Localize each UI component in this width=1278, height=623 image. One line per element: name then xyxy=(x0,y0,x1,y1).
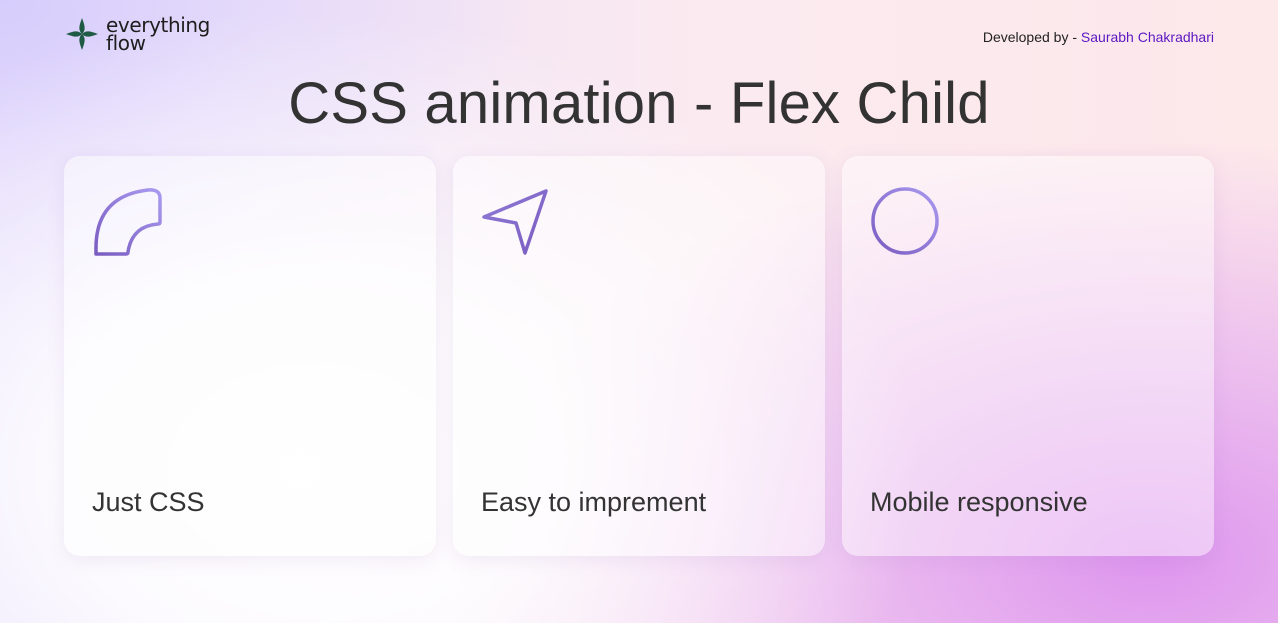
card-just-css[interactable]: Just CSS xyxy=(64,156,436,556)
logo-text: everything flow xyxy=(106,15,210,53)
card-label: Mobile responsive xyxy=(870,487,1088,517)
quarter-circle-icon xyxy=(94,188,162,256)
credit-prefix: Developed by - xyxy=(982,29,1081,45)
developer-link[interactable]: Saurabh Chakradhari xyxy=(1081,29,1214,45)
navigation-arrow-icon xyxy=(482,189,548,255)
card-row: Just CSS Easy to imprement Mobile respon… xyxy=(64,156,1214,556)
circle-icon xyxy=(871,187,939,255)
card-label: Easy to imprement xyxy=(481,487,707,517)
card-mobile-responsive[interactable]: Mobile responsive xyxy=(842,156,1214,556)
logo[interactable]: everything flow xyxy=(64,15,210,53)
card-easy-to-implement[interactable]: Easy to imprement xyxy=(453,156,825,556)
logo-flower-icon xyxy=(66,18,98,50)
page-title: CSS animation - Flex Child xyxy=(288,71,990,136)
header: everything flow Developed by - Saurabh C… xyxy=(64,14,1214,60)
developer-credit: Developed by - Saurabh Chakradhari xyxy=(983,29,1214,45)
card-label: Just CSS xyxy=(92,487,205,517)
